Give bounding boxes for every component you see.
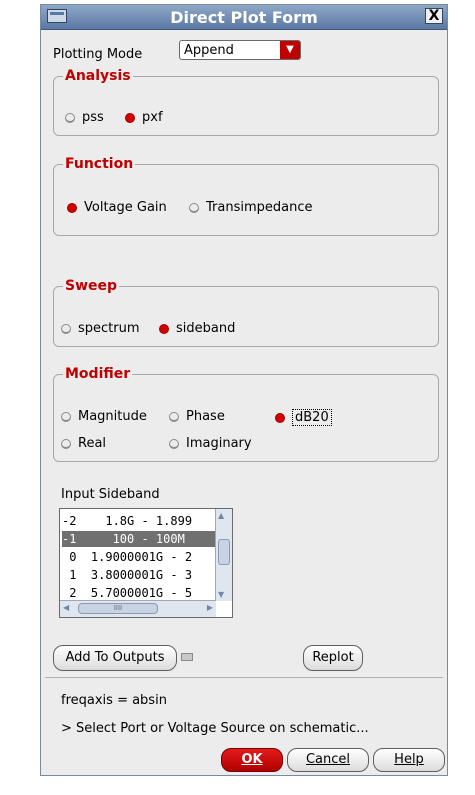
radio-pss[interactable]: pss xyxy=(65,110,104,125)
radio-transimpedance-indicator xyxy=(189,202,199,213)
radio-pss-label: pss xyxy=(82,110,104,125)
radio-sideband[interactable]: sideband xyxy=(159,321,235,336)
radio-spectrum-indicator xyxy=(61,323,71,334)
plotting-mode-label: Plotting Mode xyxy=(53,47,143,62)
list-item[interactable]: 2 5.7000001G - 5 xyxy=(62,585,216,601)
ok-button-label: OK xyxy=(241,752,263,767)
radio-spectrum-label: spectrum xyxy=(78,321,140,336)
radio-db20-label: dB20 xyxy=(292,409,332,426)
radio-imaginary-label: Imaginary xyxy=(186,436,252,451)
cancel-button-label: Cancel xyxy=(305,752,351,767)
radio-db20[interactable]: dB20 xyxy=(275,409,332,426)
radio-real-label: Real xyxy=(78,436,107,451)
vertical-scroll-thumb[interactable] xyxy=(218,539,230,565)
plotting-mode-value: Append xyxy=(184,43,234,58)
scroll-down-icon[interactable]: ▼ xyxy=(218,590,224,599)
list-item[interactable]: 1 3.8000001G - 3 xyxy=(62,567,216,583)
radio-spectrum[interactable]: spectrum xyxy=(61,321,140,336)
add-to-outputs-button[interactable]: Add To Outputs xyxy=(53,645,177,671)
scroll-up-icon[interactable]: ▲ xyxy=(218,511,224,520)
radio-phase-indicator xyxy=(169,411,179,422)
plotting-mode-select[interactable]: Append ▼ xyxy=(179,40,301,60)
function-title: Function xyxy=(63,156,136,172)
radio-pss-indicator xyxy=(65,112,75,123)
radio-pxf-indicator xyxy=(125,112,135,123)
radio-db20-indicator xyxy=(275,412,285,423)
radio-real-indicator xyxy=(61,438,71,449)
help-button[interactable]: Help xyxy=(373,748,445,772)
window-title: Direct Plot Form xyxy=(170,8,318,27)
input-sideband-label: Input Sideband xyxy=(61,487,160,502)
freqaxis-status: freqaxis = absin xyxy=(61,693,167,708)
modifier-title: Modifier xyxy=(63,366,133,382)
sweep-title: Sweep xyxy=(63,278,120,294)
chevron-down-icon[interactable]: ▼ xyxy=(280,41,300,59)
analysis-group xyxy=(53,76,439,136)
radio-voltage-gain-label: Voltage Gain xyxy=(84,200,167,215)
radio-transimpedance[interactable]: Transimpedance xyxy=(189,200,312,215)
title-bar[interactable]: Direct Plot Form X xyxy=(41,5,447,30)
radio-phase-label: Phase xyxy=(186,409,225,424)
radio-pxf-label: pxf xyxy=(142,110,163,125)
radio-magnitude-indicator xyxy=(61,411,71,422)
list-item[interactable]: -2 1.8G - 1.899 xyxy=(62,513,216,529)
input-sideband-list[interactable]: -2 1.8G - 1.899 -1 100 - 100M 0 1.900000… xyxy=(59,508,233,618)
help-button-label: Help xyxy=(394,752,424,767)
close-icon[interactable]: X xyxy=(425,8,443,24)
scroll-left-icon[interactable]: ◀ xyxy=(63,603,69,612)
horizontal-scrollbar[interactable]: ◀ IIII ▶ xyxy=(60,600,216,617)
radio-transimpedance-label: Transimpedance xyxy=(206,200,313,215)
radio-magnitude[interactable]: Magnitude xyxy=(61,409,147,424)
radio-real[interactable]: Real xyxy=(61,436,106,451)
radio-pxf[interactable]: pxf xyxy=(125,110,163,125)
analysis-title: Analysis xyxy=(63,68,133,84)
vertical-scrollbar[interactable]: ▲ ▼ xyxy=(215,509,232,601)
radio-phase[interactable]: Phase xyxy=(169,409,225,424)
sweep-group xyxy=(53,286,439,347)
radio-voltage-gain-indicator xyxy=(67,202,77,213)
radio-imaginary-indicator xyxy=(169,438,179,449)
horizontal-scroll-thumb[interactable]: IIII xyxy=(78,603,158,614)
ok-button[interactable]: OK xyxy=(221,748,283,772)
add-to-outputs-checkbox[interactable] xyxy=(181,653,193,661)
cancel-button[interactable]: Cancel xyxy=(287,748,369,772)
radio-sideband-indicator xyxy=(159,323,169,334)
radio-sideband-label: sideband xyxy=(176,321,236,336)
radio-imaginary[interactable]: Imaginary xyxy=(169,436,252,451)
scroll-right-icon[interactable]: ▶ xyxy=(207,603,213,612)
replot-button[interactable]: Replot xyxy=(303,645,363,671)
radio-magnitude-label: Magnitude xyxy=(78,409,147,424)
list-item-selected[interactable]: -1 100 - 100M xyxy=(62,531,216,547)
list-item[interactable]: 0 1.9000001G - 2 xyxy=(62,549,216,565)
schematic-prompt: > Select Port or Voltage Source on schem… xyxy=(61,721,369,736)
radio-voltage-gain[interactable]: Voltage Gain xyxy=(67,200,167,215)
divider xyxy=(45,677,443,678)
direct-plot-window: Direct Plot Form X Plotting Mode Append … xyxy=(40,4,448,776)
